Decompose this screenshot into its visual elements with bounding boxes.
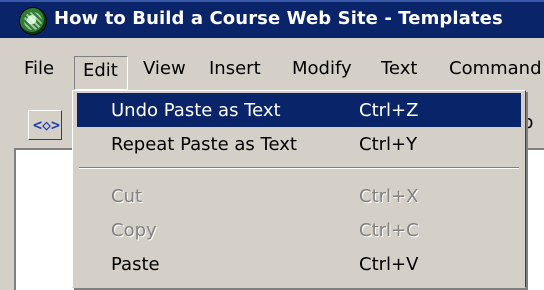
menu-item-copy-label: Copy bbox=[111, 220, 157, 241]
menu-file[interactable]: File bbox=[24, 58, 54, 79]
menu-item-undo-label: Undo Paste as Text bbox=[111, 100, 281, 121]
document-area-right[interactable] bbox=[526, 148, 544, 290]
title-bar[interactable]: How to Build a Course Web Site - Templat… bbox=[0, 0, 544, 38]
menu-item-copy[interactable]: Copy Ctrl+C bbox=[77, 213, 521, 247]
menu-item-cut[interactable]: Cut Ctrl+X bbox=[77, 179, 521, 213]
code-view-button[interactable]: <◇> bbox=[28, 110, 62, 140]
menu-view[interactable]: View bbox=[143, 58, 186, 79]
edit-menu-dropdown: Undo Paste as Text Ctrl+Z Repeat Paste a… bbox=[72, 90, 526, 288]
menu-item-paste[interactable]: Paste Ctrl+V bbox=[77, 247, 521, 281]
menu-item-cut-shortcut: Ctrl+X bbox=[359, 186, 419, 207]
menu-item-copy-shortcut: Ctrl+C bbox=[359, 220, 419, 241]
menu-item-paste-shortcut: Ctrl+V bbox=[359, 254, 419, 275]
document-area[interactable] bbox=[14, 148, 78, 290]
menu-item-paste-label: Paste bbox=[111, 254, 160, 275]
window-title: How to Build a Course Web Site - Templat… bbox=[54, 8, 503, 29]
code-view-icon: <◇> bbox=[33, 116, 61, 134]
menu-modify[interactable]: Modify bbox=[292, 58, 352, 79]
menu-separator bbox=[79, 167, 519, 169]
menu-item-repeat-label: Repeat Paste as Text bbox=[111, 134, 297, 155]
menu-item-repeat[interactable]: Repeat Paste as Text Ctrl+Y bbox=[77, 127, 521, 161]
menu-item-cut-label: Cut bbox=[111, 186, 143, 207]
menu-commands[interactable]: Command bbox=[449, 58, 542, 79]
menu-edit[interactable]: Edit bbox=[83, 60, 118, 81]
menu-text[interactable]: Text bbox=[381, 58, 417, 79]
menu-insert[interactable]: Insert bbox=[209, 58, 261, 79]
app-icon[interactable] bbox=[20, 8, 46, 34]
menu-item-undo[interactable]: Undo Paste as Text Ctrl+Z bbox=[77, 93, 521, 127]
menu-item-undo-shortcut: Ctrl+Z bbox=[359, 100, 419, 121]
menu-item-repeat-shortcut: Ctrl+Y bbox=[359, 134, 418, 155]
